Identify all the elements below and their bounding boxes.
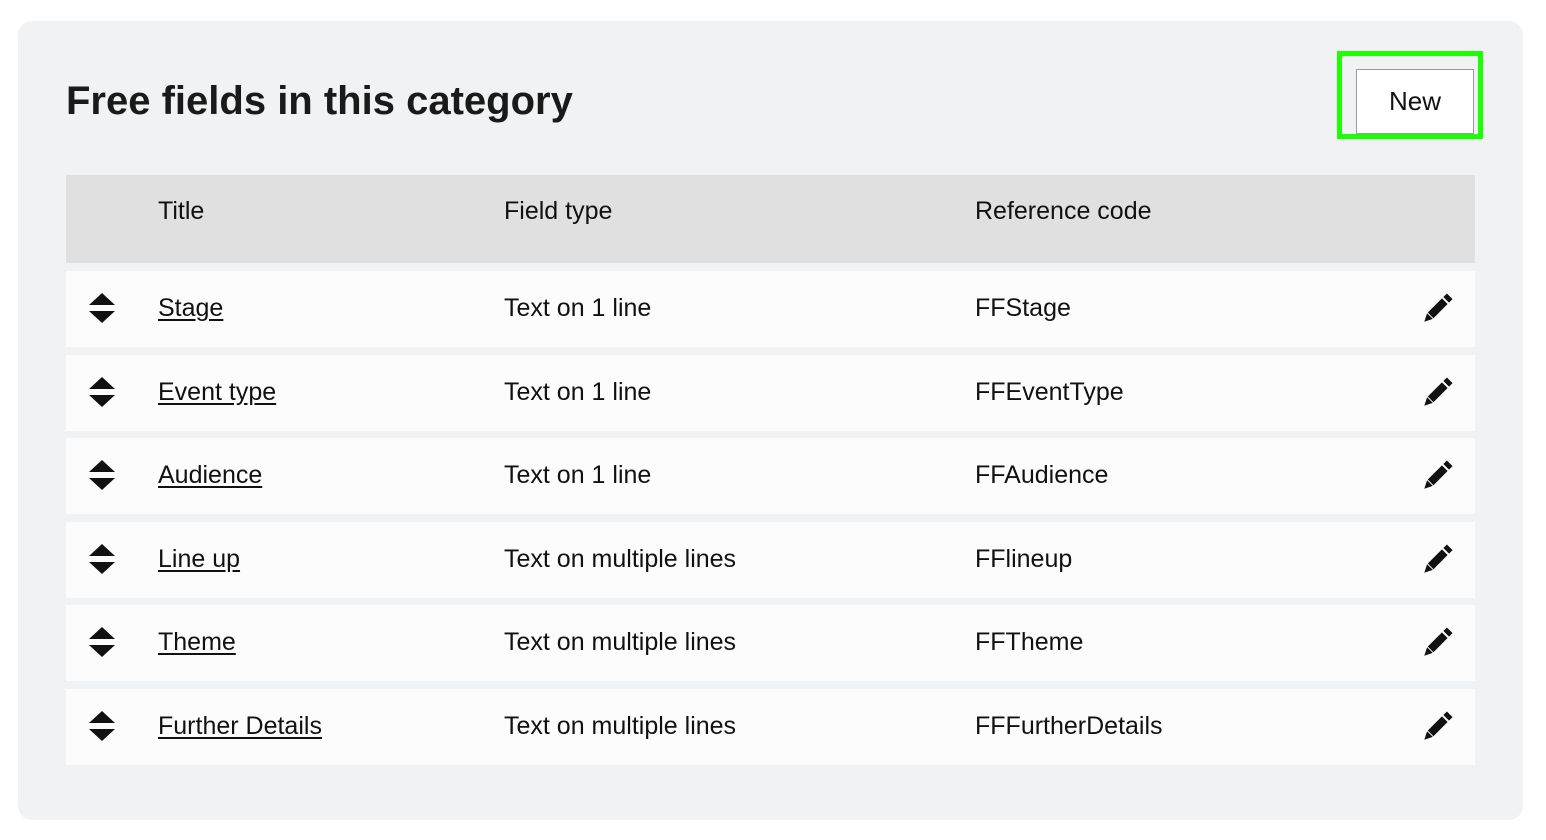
field-type-cell: Text on multiple lines [504, 712, 737, 740]
pencil-icon[interactable] [1419, 542, 1455, 578]
sort-icon[interactable] [88, 291, 116, 325]
reference-code-cell: FFlineup [975, 545, 1073, 573]
field-type-cell: Text on 1 line [504, 378, 652, 406]
column-header-title: Title [158, 197, 205, 225]
field-title-text[interactable]: Event type [158, 378, 276, 406]
pencil-icon[interactable] [1419, 625, 1455, 661]
pencil-icon[interactable] [1419, 458, 1455, 494]
table-row: Theme Text on multiple lines FFTheme [66, 605, 1475, 681]
new-button[interactable]: New [1356, 69, 1474, 134]
field-type-cell: Text on multiple lines [504, 545, 737, 573]
sort-icon[interactable] [88, 709, 116, 743]
field-title-link[interactable]: Audience [158, 438, 262, 512]
reference-code-cell: FFEventType [975, 378, 1124, 406]
field-title-text[interactable]: Stage [158, 294, 223, 322]
table-row: Stage Text on 1 line FFStage [66, 271, 1475, 347]
free-fields-panel: Free fields in this category New Title F… [18, 21, 1523, 820]
reference-code-cell: FFStage [975, 294, 1071, 322]
pencil-icon[interactable] [1419, 709, 1455, 745]
field-title-link[interactable]: Line up [158, 522, 240, 596]
reference-code-cell: FFTheme [975, 628, 1084, 656]
page-title: Free fields in this category [66, 79, 573, 123]
field-type-cell: Text on 1 line [504, 294, 652, 322]
field-type-cell: Text on 1 line [504, 461, 652, 489]
table-row: Audience Text on 1 line FFAudience [66, 438, 1475, 514]
field-title-link[interactable]: Further Details [158, 689, 322, 763]
field-title-text[interactable]: Further Details [158, 712, 322, 740]
sort-icon[interactable] [88, 458, 116, 492]
table-row: Further Details Text on multiple lines F… [66, 689, 1475, 765]
sort-icon[interactable] [88, 542, 116, 576]
field-title-link[interactable]: Stage [158, 271, 223, 345]
reference-code-cell: FFFurtherDetails [975, 712, 1163, 740]
column-header-reference-code: Reference code [975, 197, 1152, 225]
field-title-text[interactable]: Audience [158, 461, 262, 489]
pencil-icon[interactable] [1419, 375, 1455, 411]
field-title-link[interactable]: Event type [158, 355, 276, 429]
reference-code-cell: FFAudience [975, 461, 1109, 489]
field-title-link[interactable]: Theme [158, 605, 236, 679]
table-row: Event type Text on 1 line FFEventType [66, 355, 1475, 431]
field-title-text[interactable]: Line up [158, 545, 240, 573]
field-type-cell: Text on multiple lines [504, 628, 737, 656]
field-title-text[interactable]: Theme [158, 628, 236, 656]
sort-icon[interactable] [88, 375, 116, 409]
column-header-field-type: Field type [504, 197, 613, 225]
table-header: Title Field type Reference code [66, 175, 1475, 263]
table-row: Line up Text on multiple lines FFlineup [66, 522, 1475, 598]
sort-icon[interactable] [88, 625, 116, 659]
pencil-icon[interactable] [1419, 291, 1455, 327]
